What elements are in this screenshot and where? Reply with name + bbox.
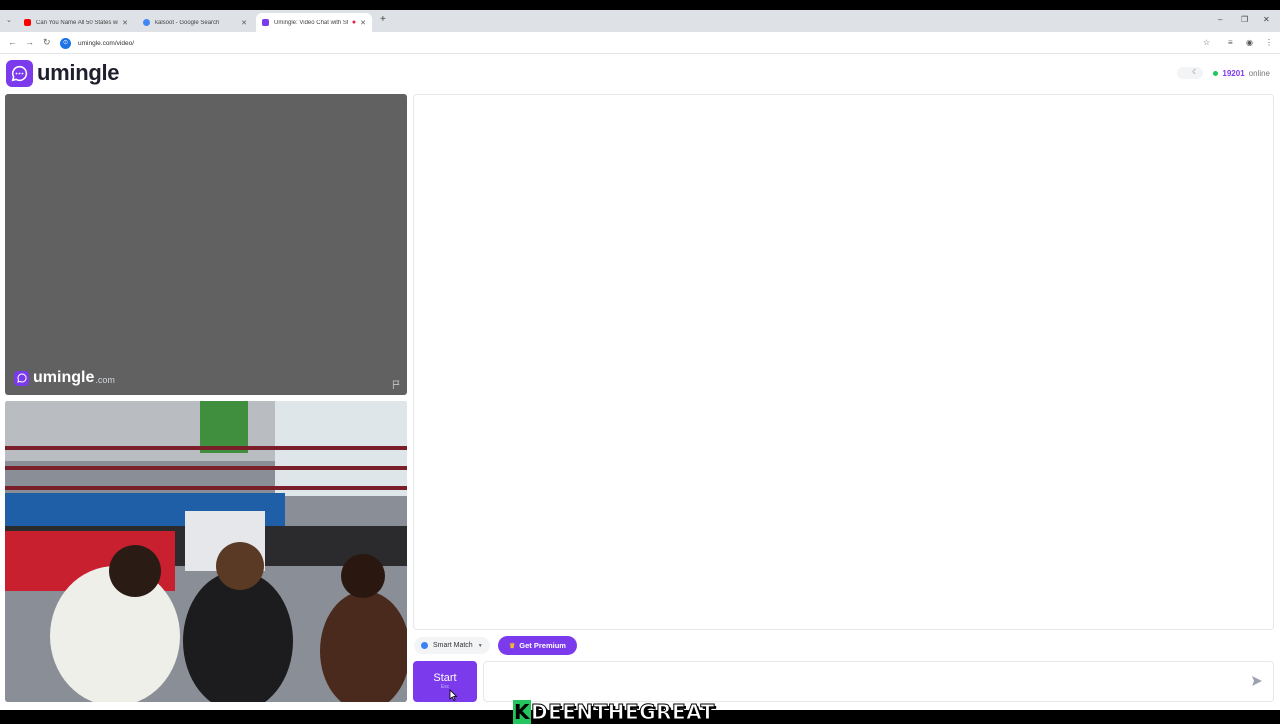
close-tab-icon[interactable]: ✕ (122, 19, 128, 27)
premium-label: Get Premium (519, 641, 566, 650)
browser-window: ⌄ Can You Name All 50 States wi ✕ kalsoo… (0, 10, 1280, 724)
youtube-icon (24, 19, 31, 26)
forward-icon[interactable]: → (25, 37, 34, 47)
video-watermark: umingle .com (14, 369, 115, 387)
message-input[interactable] (483, 661, 1274, 702)
smart-match-dropdown[interactable]: Smart Match ▼ (414, 637, 490, 654)
start-shortcut: Esc (440, 684, 450, 690)
start-label: Start (433, 672, 457, 684)
tab-umingle[interactable]: Umingle: Video Chat with St ● ✕ (256, 13, 372, 32)
restore-icon[interactable]: ❐ (1241, 15, 1248, 24)
online-dot (1213, 70, 1219, 76)
stranger-video: umingle .com (5, 94, 407, 395)
chat-messages-panel (413, 94, 1274, 630)
minimize-icon[interactable]: – (1218, 15, 1222, 24)
chat-bubble-icon (6, 59, 33, 87)
online-status: ☾ 19201 online (1177, 67, 1270, 79)
streamer-watermark: KDEENTHEGREAT (513, 700, 715, 724)
smart-match-label: Smart Match (433, 642, 473, 649)
tab-title: Can You Name All 50 States wi (36, 19, 119, 26)
google-icon (143, 19, 150, 26)
webcam-scene (5, 401, 407, 702)
reload-icon[interactable]: ↻ (43, 37, 51, 48)
mouse-cursor-icon (449, 689, 457, 701)
back-icon[interactable]: ← (8, 37, 17, 47)
tab-search-icon[interactable]: ⌄ (6, 16, 12, 24)
send-icon[interactable] (1251, 675, 1263, 687)
media-control-icon[interactable]: ≡ (1228, 38, 1233, 47)
start-button[interactable]: Start Esc (413, 661, 477, 702)
logo-text: umingle (37, 60, 120, 85)
report-flag-icon[interactable] (392, 380, 401, 389)
moon-icon: ☾ (1192, 69, 1199, 76)
chat-bubble-icon (14, 370, 29, 386)
site-logo[interactable]: umingle (6, 58, 120, 88)
streamer-initial: K (513, 700, 531, 724)
theme-toggle[interactable]: ☾ (1177, 67, 1204, 79)
tab-title: kalsoot - Google Search (155, 19, 220, 26)
online-label: online (1248, 68, 1270, 78)
crown-icon: ♛ (509, 642, 516, 650)
chevron-down-icon: ▼ (477, 642, 483, 649)
address-bar: ← → ↻ ⊙ umingle.com/video/ ☆ ≡ ◉ ⋮ (0, 32, 1280, 54)
menu-icon[interactable]: ⋮ (1265, 38, 1273, 47)
profile-icon[interactable]: ◉ (1246, 38, 1253, 47)
site-info-icon[interactable]: ⊙ (60, 37, 71, 49)
new-tab-icon[interactable]: + (380, 14, 386, 25)
recording-icon: ● (351, 19, 357, 26)
tab-google-search[interactable]: kalsoot - Google Search ✕ (137, 13, 253, 32)
online-count: 19201 (1222, 68, 1245, 78)
tab-title: Umingle: Video Chat with St (274, 19, 348, 26)
watermark-domain: .com (95, 375, 115, 385)
close-tab-icon[interactable]: ✕ (241, 19, 247, 27)
umingle-icon (262, 19, 269, 26)
tab-strip: ⌄ Can You Name All 50 States wi ✕ kalsoo… (0, 10, 1280, 32)
tab-youtube[interactable]: Can You Name All 50 States wi ✕ (18, 13, 134, 32)
url-text[interactable]: umingle.com/video/ (78, 40, 134, 47)
close-window-icon[interactable]: ✕ (1263, 15, 1270, 24)
streamer-name: DEENTHEGREAT (531, 700, 715, 724)
globe-icon (421, 642, 428, 649)
get-premium-button[interactable]: ♛ Get Premium (498, 636, 577, 655)
self-webcam-video (5, 401, 407, 702)
bookmark-star-icon[interactable]: ☆ (1203, 38, 1210, 47)
watermark-name: umingle (33, 369, 95, 386)
omnibox[interactable]: ⊙ umingle.com/video/ (60, 35, 1220, 51)
close-tab-icon[interactable]: ✕ (360, 19, 366, 27)
